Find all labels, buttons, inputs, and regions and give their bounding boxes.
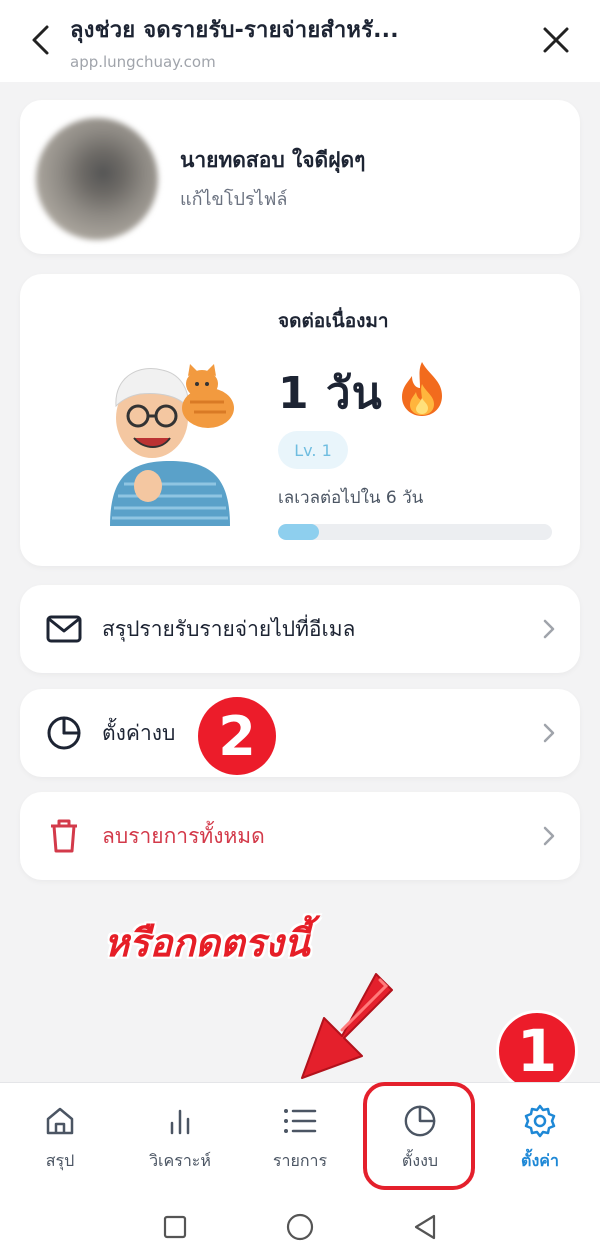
tab-settings-label: ตั้งค่า: [521, 1151, 559, 1170]
streak-card: จดต่อเนื่องมา 1 วัน Lv. 1 เลเวลต่อไปใน 6…: [20, 274, 580, 566]
system-back-button[interactable]: [410, 1212, 440, 1242]
app-header: ลุงช่วย จดรายรับ-รายจ่ายสำหรั... app.lun…: [0, 0, 600, 82]
tab-analysis[interactable]: วิเคราะห์: [125, 1103, 235, 1183]
back-button[interactable]: [24, 22, 56, 58]
chevron-right-icon: [543, 826, 555, 846]
edit-profile-link[interactable]: แก้ไขโปรไฟล์: [180, 184, 287, 213]
close-button[interactable]: [536, 22, 576, 58]
set-budget-row[interactable]: ตั้งค่างบ: [20, 689, 580, 777]
delete-all-label: ลบรายการทั้งหมด: [102, 824, 265, 848]
streak-label: จดต่อเนื่องมา: [278, 310, 389, 332]
circle-icon: [286, 1213, 314, 1241]
level-badge: Lv. 1: [278, 431, 348, 469]
arrow-down-left-icon: [301, 973, 393, 1079]
mascot-illustration: [110, 364, 234, 526]
tab-list[interactable]: รายการ: [245, 1103, 355, 1183]
next-level-text: เลเวลต่อไปใน 6 วัน: [278, 488, 424, 508]
tab-analysis-label: วิเคราะห์: [149, 1151, 211, 1170]
email-summary-label: สรุปรายรับรายจ่ายไปที่อีเมล: [102, 617, 356, 641]
level-progress-bar: [278, 524, 552, 540]
system-nav-bar: [0, 1194, 600, 1259]
set-budget-label: ตั้งค่างบ: [102, 721, 176, 745]
tab-summary[interactable]: สรุป: [5, 1103, 115, 1183]
trash-icon: [46, 818, 82, 854]
triangle-back-icon: [414, 1214, 436, 1240]
mail-icon: [46, 611, 82, 647]
budget-tab-highlight: [363, 1082, 475, 1190]
delete-all-row[interactable]: ลบรายการทั้งหมด: [20, 792, 580, 880]
tab-list-label: รายการ: [272, 1151, 328, 1170]
email-summary-row[interactable]: สรุปรายรับรายจ่ายไปที่อีเมล: [20, 585, 580, 673]
level-progress-fill: [278, 524, 320, 540]
bottom-tab-bar: สรุป วิเคราะห์ รายการ ตั้งงบ ตั้งค่า: [0, 1082, 600, 1194]
recent-apps-button[interactable]: [160, 1212, 190, 1242]
hint-text: หรือกดตรงนี้: [104, 921, 310, 965]
chevron-right-icon: [543, 619, 555, 639]
page-url: app.lungchuay.com: [70, 53, 216, 71]
close-icon: [543, 27, 569, 53]
fire-icon: [402, 362, 442, 416]
streak-value: 1 วัน: [278, 368, 383, 419]
avatar: [36, 118, 158, 240]
gear-icon: [522, 1103, 558, 1139]
tab-summary-label: สรุป: [45, 1151, 75, 1170]
square-icon: [163, 1215, 187, 1239]
step-1-marker: 1: [496, 1010, 578, 1092]
chevron-right-icon: [543, 723, 555, 743]
home-button[interactable]: [285, 1212, 315, 1242]
page-title: ลุงช่วย จดรายรับ-รายจ่ายสำหรั...: [70, 18, 399, 43]
profile-card[interactable]: นายทดสอบ ใจดีฝุดๆ แก้ไขโปรไฟล์: [20, 100, 580, 254]
list-icon: [282, 1103, 318, 1139]
chevron-left-icon: [32, 25, 49, 55]
pie-chart-icon: [46, 715, 82, 751]
bar-chart-icon: [162, 1103, 198, 1139]
home-icon: [42, 1103, 78, 1139]
step-2-marker: 2: [198, 697, 276, 775]
profile-name: นายทดสอบ ใจดีฝุดๆ: [180, 148, 366, 172]
tab-settings[interactable]: ตั้งค่า: [485, 1103, 595, 1183]
